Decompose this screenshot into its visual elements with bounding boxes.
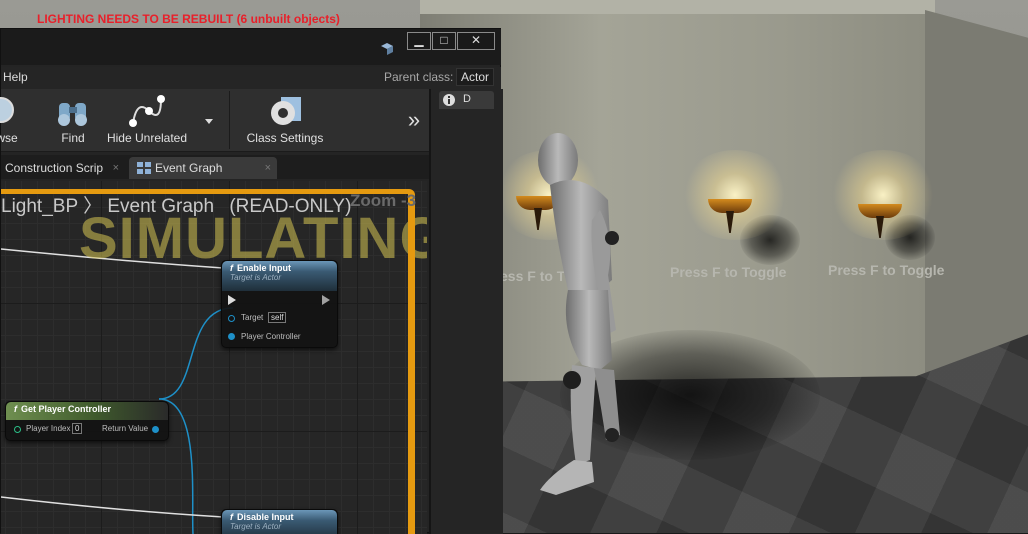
wall-sconce[interactable] — [708, 199, 752, 233]
hide-unrelated-label: Hide Unrelated — [106, 131, 188, 145]
player-index-label: Player Index — [26, 424, 71, 433]
zoom-level: Zoom -3 — [350, 191, 417, 210]
disable-input-node[interactable]: f Disable Input Target is Actor — [221, 509, 338, 534]
details-panel: D — [429, 89, 503, 534]
class-settings-icon — [271, 97, 301, 125]
node-title: f Get Player Controller — [14, 404, 112, 414]
tab-label: Construction Scrip — [5, 161, 104, 175]
menu-help[interactable]: Help — [3, 70, 28, 84]
tab-event-graph[interactable]: Event Graph × — [129, 157, 277, 179]
player-controller-pin[interactable] — [228, 333, 235, 340]
wall-top — [420, 0, 935, 14]
toolbar-overflow-button[interactable]: » — [401, 93, 427, 147]
details-tab-label: D — [463, 93, 471, 105]
wall-side — [925, 10, 1028, 380]
wall-sconce[interactable] — [858, 204, 902, 238]
function-icon: f — [230, 512, 233, 522]
toolbar-divider — [229, 91, 230, 149]
get-player-controller-node[interactable]: f Get Player Controller Player Index 0 Re… — [5, 401, 169, 441]
title-bar[interactable]: ▁ □ ✕ — [1, 29, 501, 65]
menu-bar: Help Parent class: Actor — [1, 67, 501, 90]
close-button[interactable]: ✕ — [457, 32, 495, 50]
browse-icon — [0, 97, 14, 123]
simulation-frame — [1, 189, 415, 534]
target-value[interactable]: self — [268, 312, 287, 323]
class-settings-label: Class Settings — [246, 131, 324, 145]
event-graph-icon — [137, 162, 151, 174]
hide-unrelated-icon — [129, 95, 165, 127]
find-label: Find — [61, 131, 85, 145]
tab-label: Event Graph — [155, 161, 223, 175]
chevron-down-icon — [205, 119, 213, 124]
class-settings-button[interactable]: Class Settings — [243, 93, 327, 147]
breadcrumb-parent[interactable]: Light_BP — [1, 196, 78, 217]
browse-label: wse — [0, 131, 18, 145]
node-title: f Disable Input — [230, 512, 294, 522]
hide-unrelated-dropdown[interactable] — [199, 93, 219, 147]
minimize-button[interactable]: ▁ — [407, 32, 431, 50]
toolbar: wse Find Hide Unrelated Class Settings » — [0, 89, 429, 152]
function-icon: f — [230, 263, 233, 273]
graph-tabs: Construction Scrip × Event Graph × — [1, 155, 429, 179]
player-controller-label: Player Controller — [241, 332, 301, 341]
target-pin-label: Target — [241, 313, 264, 322]
breadcrumb-separator: 〉 — [83, 196, 103, 217]
breadcrumb: Light_BP 〉 Event Graph (READ-ONLY) — [1, 191, 351, 218]
breadcrumb-current: Event Graph — [107, 196, 215, 217]
exec-out-pin[interactable] — [322, 295, 330, 305]
toggle-hint-text: Press F to Toggle — [828, 262, 945, 278]
maximize-button[interactable]: □ — [432, 32, 456, 50]
node-header: f Get Player Controller — [6, 402, 168, 420]
details-tab[interactable]: D — [439, 91, 494, 109]
function-icon: f — [14, 404, 17, 414]
parent-class-value[interactable]: Actor — [456, 68, 495, 86]
node-header: f Enable Input Target is Actor — [222, 261, 337, 291]
event-graph-canvas[interactable]: SIMULATING Light_BP 〉 Event Graph (READ-… — [1, 181, 427, 534]
blueprint-icon — [381, 43, 393, 55]
hide-unrelated-button[interactable]: Hide Unrelated — [105, 93, 189, 147]
mannequin-character[interactable] — [520, 130, 640, 510]
info-icon — [443, 94, 455, 106]
exec-in-pin[interactable] — [228, 295, 236, 305]
node-subtitle: Target is Actor — [230, 522, 281, 531]
browse-button[interactable]: wse — [0, 93, 27, 147]
blueprint-editor-window[interactable]: ▁ □ ✕ Help Parent class: Actor wse Find … — [0, 28, 503, 534]
player-index-pin[interactable] — [14, 426, 21, 433]
tab-construction-script[interactable]: Construction Scrip × — [1, 157, 125, 179]
tab-close-icon[interactable]: × — [113, 157, 119, 179]
tab-close-icon[interactable]: × — [265, 157, 271, 179]
lighting-warning: LIGHTING NEEDS TO BE REBUILT (6 unbuilt … — [37, 12, 340, 26]
read-only-label: (READ-ONLY) — [229, 196, 352, 217]
toggle-hint-text: Press F to Toggle — [670, 264, 787, 280]
return-value-label: Return Value — [102, 424, 149, 433]
find-button[interactable]: Find — [51, 93, 95, 147]
binoculars-icon — [58, 103, 87, 126]
player-index-value[interactable]: 0 — [72, 423, 83, 434]
target-pin[interactable] — [228, 315, 235, 322]
parent-class-label: Parent class: — [384, 70, 454, 84]
return-value-pin[interactable] — [152, 426, 159, 433]
node-subtitle: Target is Actor — [230, 273, 281, 282]
node-title: f Enable Input — [230, 263, 291, 273]
enable-input-node[interactable]: f Enable Input Target is Actor Target sel… — [221, 260, 338, 348]
node-header: f Disable Input Target is Actor — [222, 510, 337, 534]
